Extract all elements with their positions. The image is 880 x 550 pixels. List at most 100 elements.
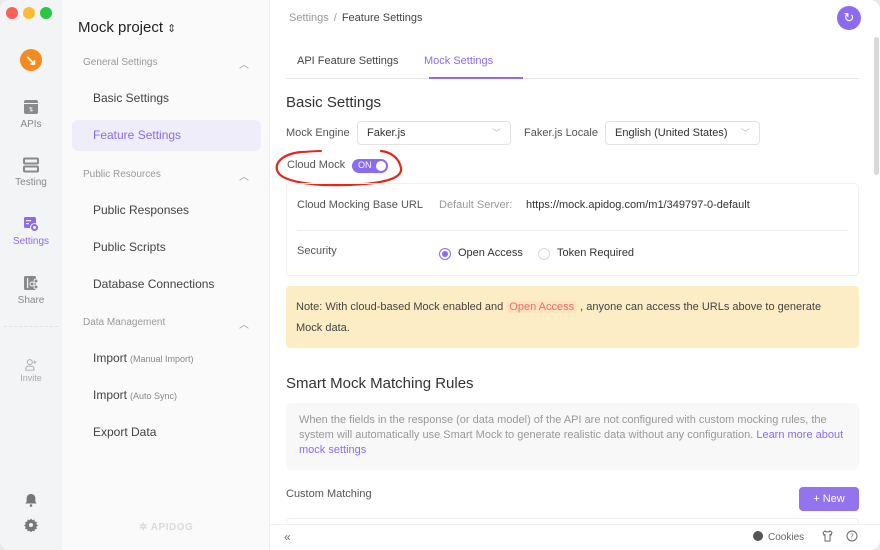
group-data-management[interactable]: Data Management ︿	[83, 317, 249, 331]
mock-engine-select[interactable]: Faker.js ﹀	[357, 121, 511, 145]
cookies-button[interactable]: Cookies	[753, 531, 804, 543]
settings-tabs: API Feature Settings Mock Settings	[286, 44, 859, 79]
smart-mock-text: When the fields in the response (or data…	[299, 414, 827, 441]
rail-item-label: Testing	[15, 177, 47, 188]
footer-bar: « Cookies ?	[270, 524, 880, 550]
base-url-label: Cloud Mocking Base URL	[297, 199, 423, 211]
minimize-window-button[interactable]	[23, 7, 35, 19]
svg-text:?: ?	[850, 533, 854, 541]
rail-item-settings[interactable]: Settings	[0, 216, 62, 247]
mock-engine-label: Mock Engine	[286, 127, 350, 139]
shirt-icon[interactable]	[822, 530, 833, 545]
tab-mock-settings[interactable]: Mock Settings	[424, 55, 493, 67]
nav-label: Database Connections	[93, 277, 215, 291]
sidebar-item-public-responses[interactable]: Public Responses	[72, 195, 261, 226]
rail-item-apis[interactable]: ⇅ APIs	[0, 99, 62, 130]
token-required-label[interactable]: Token Required	[557, 247, 634, 259]
sidebar-item-feature-settings[interactable]: Feature Settings	[72, 120, 261, 151]
nav-sublabel: (Auto Sync)	[130, 391, 178, 401]
smart-mock-description: When the fields in the response (or data…	[286, 403, 859, 470]
rail-item-label: APIs	[20, 119, 42, 130]
close-window-button[interactable]	[6, 7, 18, 19]
nav-label: Public Responses	[93, 203, 190, 217]
note-prefix: Note: With cloud-based Mock enabled and	[296, 301, 504, 313]
breadcrumb-settings[interactable]: Settings	[289, 12, 329, 24]
group-general-settings[interactable]: General Settings ︿	[83, 57, 249, 71]
chevron-down-icon: ﹀	[491, 128, 501, 138]
collapse-sidebar-icon[interactable]: «	[284, 530, 291, 544]
sidebar-item-export-data[interactable]: Export Data	[72, 417, 261, 448]
rail-item-label: Share	[17, 295, 45, 306]
nav-label: Public Scripts	[93, 240, 166, 254]
rail-item-invite[interactable]: Invite	[0, 358, 62, 383]
group-public-resources[interactable]: Public Resources ︿	[83, 169, 249, 183]
sidebar-item-database-connections[interactable]: Database Connections	[72, 269, 261, 300]
bell-icon[interactable]	[24, 493, 38, 507]
icon-rail: ↘ ⇅ APIs Testing Settings Share Invite	[0, 0, 62, 550]
basic-settings-heading: Basic Settings	[286, 94, 382, 111]
cookie-icon	[753, 531, 763, 541]
new-rule-button[interactable]: + New	[799, 487, 859, 511]
group-title: Data Management	[83, 317, 166, 328]
apidog-logo-icon: ✲	[139, 522, 151, 533]
tab-api-feature-settings[interactable]: API Feature Settings	[297, 55, 399, 67]
smart-mock-heading: Smart Mock Matching Rules	[286, 375, 474, 392]
maximize-window-button[interactable]	[40, 7, 52, 19]
nav-label: Import	[93, 388, 128, 402]
base-url-value[interactable]: https://mock.apidog.com/m1/349797-0-defa…	[526, 199, 750, 211]
sidebar-item-import-manual[interactable]: Import (Manual Import)	[72, 343, 261, 374]
rail-item-label: Invite	[20, 373, 42, 383]
nav-label: Import	[93, 351, 128, 365]
faker-locale-label: Faker.js Locale	[524, 127, 598, 139]
mock-engine-value: Faker.js	[367, 127, 406, 139]
svg-text:⇅: ⇅	[28, 107, 33, 114]
help-icon[interactable]: ?	[846, 530, 858, 545]
sync-button[interactable]: ↻	[837, 6, 861, 30]
scrollbar[interactable]	[874, 37, 879, 175]
chevron-down-icon: ﹀	[740, 128, 750, 138]
nav-label: Feature Settings	[93, 128, 182, 142]
active-tab-indicator	[429, 77, 523, 79]
default-server-label: Default Server:	[439, 199, 513, 211]
gear-icon[interactable]	[24, 518, 38, 532]
card-divider	[297, 230, 848, 231]
apis-icon: ⇅	[24, 100, 38, 114]
rail-divider	[4, 326, 58, 327]
cloud-mock-label: Cloud Mock	[287, 159, 346, 171]
app-logo-icon[interactable]: ↘	[20, 49, 42, 71]
toggle-knob	[376, 161, 386, 171]
settings-sidebar: Mock project ⇕ General Settings ︿ Basic S…	[62, 0, 270, 550]
rail-item-testing[interactable]: Testing	[0, 157, 62, 188]
app-window: ↘ ⇅ APIs Testing Settings Share Invite M…	[0, 0, 880, 550]
sidebar-item-import-auto-sync[interactable]: Import (Auto Sync)	[72, 380, 261, 411]
breadcrumb-current: Feature Settings	[341, 12, 423, 24]
rail-item-share[interactable]: Share	[0, 275, 62, 306]
project-switcher[interactable]: Mock project ⇕	[78, 19, 176, 36]
share-icon	[24, 276, 39, 290]
note-highlight: Open Access	[506, 301, 578, 313]
group-title: Public Resources	[83, 169, 161, 180]
settings-icon	[24, 217, 39, 232]
project-name: Mock project	[78, 19, 164, 36]
sidebar-item-public-scripts[interactable]: Public Scripts	[72, 232, 261, 263]
cookies-label: Cookies	[768, 532, 805, 543]
faker-locale-select[interactable]: English (United States) ﹀	[605, 121, 760, 145]
main-panel: Settings / Feature Settings ↻ API Feature …	[270, 0, 880, 550]
cloud-mock-toggle[interactable]: ON	[352, 159, 388, 173]
testing-icon	[23, 157, 39, 173]
radio-open-access[interactable]	[439, 248, 451, 260]
custom-matching-label: Custom Matching	[286, 488, 372, 500]
sidebar-item-basic-settings[interactable]: Basic Settings	[72, 83, 261, 114]
invite-icon	[24, 359, 36, 371]
window-controls	[6, 7, 52, 19]
open-access-warning: Note: With cloud-based Mock enabled and O…	[286, 286, 859, 348]
open-access-label[interactable]: Open Access	[458, 247, 523, 259]
apidog-watermark: ✲ APIDOG	[139, 522, 194, 533]
chevron-up-icon: ︿	[239, 320, 249, 331]
nav-label: Basic Settings	[93, 91, 170, 105]
chevron-up-icon: ︿	[239, 60, 249, 71]
radio-token-required[interactable]	[538, 248, 550, 260]
chevron-updown-icon: ⇕	[167, 23, 177, 35]
breadcrumb: Settings / Feature Settings	[289, 12, 423, 24]
faker-locale-value: English (United States)	[615, 127, 728, 139]
